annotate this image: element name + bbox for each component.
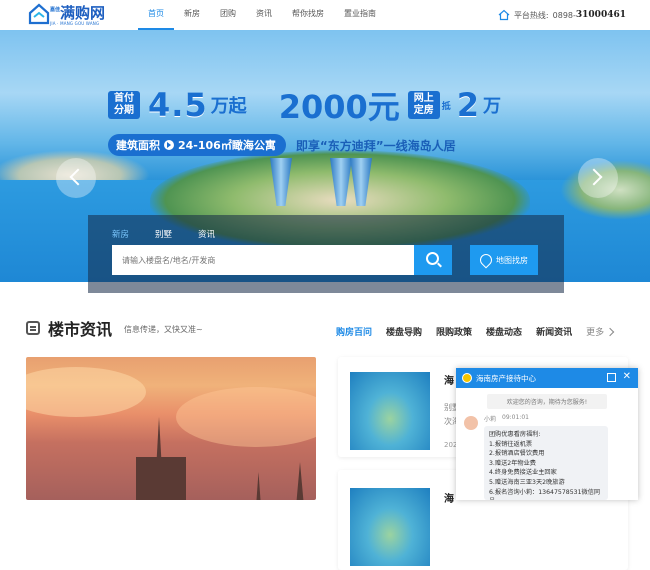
news-section-header: 楼市资讯 信息传递，又快又准~ xyxy=(26,316,203,340)
chevron-right-icon xyxy=(605,327,615,336)
banner-amount-2: 2000元 xyxy=(278,88,400,126)
agent-avatar xyxy=(464,416,478,430)
search-button[interactable] xyxy=(414,245,452,275)
header: 嘉佳 满购网 JIA · MANG GOU WANG 首页 新房 团购 资讯 帮… xyxy=(0,0,650,30)
banner-unit-3: 万 xyxy=(483,96,502,117)
chat-line: 6.报名咨询小莉：13647578531微信同号 xyxy=(489,488,601,500)
search-tab-villas[interactable]: 别墅 xyxy=(155,228,172,240)
nav-home[interactable]: 首页 xyxy=(138,0,174,30)
chat-line: 1.报销往返机票 xyxy=(489,440,533,448)
image-cloud xyxy=(26,367,146,417)
news-subtitle: 信息传递，又快又准~ xyxy=(124,325,203,334)
chevron-right-icon xyxy=(585,168,603,186)
image-spire xyxy=(256,472,261,500)
maximize-icon[interactable] xyxy=(607,373,616,382)
image-building xyxy=(136,457,186,500)
home-icon xyxy=(498,9,510,21)
chat-header: 海南房产接待中心 ✕ xyxy=(456,368,638,388)
chat-line: 3.赠送2年物业费 xyxy=(489,459,536,467)
logo-pinyin: JIA · MANG GOU WANG xyxy=(50,21,100,26)
search-icon xyxy=(426,252,439,265)
banner-tag-installment: 首付分期 xyxy=(108,91,140,119)
chat-line: 5.赠送海南三亚3天2晚旅游 xyxy=(489,478,565,486)
hotline: 平台热线: 0898- 31000461 xyxy=(498,9,626,21)
article-thumbnail xyxy=(350,372,430,450)
more-label: 更多 xyxy=(586,328,605,338)
news-tabs: 购房百问 楼盘导购 限购政策 楼盘动态 新闻资讯 更多 xyxy=(336,325,615,338)
news-more-link[interactable]: 更多 xyxy=(586,325,615,338)
chat-line: 2.报销酒店餐饮费用 xyxy=(489,450,545,458)
banner-amount-3: 2 xyxy=(456,86,481,124)
nav-new-homes[interactable]: 新房 xyxy=(174,0,210,30)
banner-tag-online: 网上定房 xyxy=(407,91,440,119)
article-title: 海 xyxy=(444,376,454,387)
news-tab-policy[interactable]: 限购政策 xyxy=(436,325,472,338)
news-tab-guide[interactable]: 楼盘导购 xyxy=(386,325,422,338)
chat-message: 团购优惠看房福利: 1.报销往返机票 2.报销酒店餐饮费用 3.赠送2年物业费 … xyxy=(484,426,608,500)
nav-buying-guide[interactable]: 置业指南 xyxy=(334,0,386,30)
image-cloud xyxy=(176,387,316,447)
banner-amount-1: 4.5 xyxy=(148,86,208,124)
hotline-number: 31000461 xyxy=(575,10,626,20)
close-icon[interactable]: ✕ xyxy=(623,371,631,382)
hotline-label: 平台热线: xyxy=(513,10,549,20)
logo-text: 满购网 xyxy=(60,4,106,22)
chat-greeting: 欢迎您的咨询，期待为您服务! xyxy=(487,394,607,409)
article-title: 海 xyxy=(444,494,454,505)
search-tabs: 新房 别墅 资讯 xyxy=(112,228,241,240)
banner-unit-1: 万起 xyxy=(210,96,247,117)
map-pin-icon xyxy=(477,251,495,269)
chat-line: 4.终身免费接送业主回家 xyxy=(489,469,557,477)
map-search-button[interactable]: 地图找房 xyxy=(470,245,538,275)
pill-left-text: 建筑面积 xyxy=(116,139,160,152)
chevron-left-icon xyxy=(69,168,87,186)
chat-line: 团购优惠看房福利: xyxy=(489,431,541,438)
search-tab-new-homes[interactable]: 新房 xyxy=(112,228,129,240)
banner-di: 抵 xyxy=(441,101,451,112)
chat-title: 海南房产接待中心 xyxy=(476,373,536,383)
site-logo[interactable]: 嘉佳 满购网 JIA · MANG GOU WANG xyxy=(28,3,105,26)
pill-right-text: 24-106㎡瞰海公寓 xyxy=(178,139,276,152)
nav-news[interactable]: 资讯 xyxy=(246,0,282,30)
chat-time: 09:01:01 xyxy=(502,414,529,421)
featured-news-image[interactable] xyxy=(26,357,316,500)
news-tab-news[interactable]: 新闻资讯 xyxy=(536,325,572,338)
chat-widget: 海南房产接待中心 ✕ 欢迎您的咨询，期待为您服务! 小莉 09:01:01 团购… xyxy=(456,368,638,500)
search-input[interactable] xyxy=(112,245,414,275)
banner-tagline: 即享“东方迪拜”一线海岛人居 xyxy=(295,138,456,153)
chat-agent-name: 小莉 xyxy=(484,416,497,423)
news-icon xyxy=(26,321,40,335)
arrow-right-icon xyxy=(164,140,174,150)
banner-subline: 建筑面积 24-106㎡瞰海公寓 即享“东方迪拜”一线海岛人居 xyxy=(108,134,456,156)
search-panel: 新房 别墅 资讯 地图找房 xyxy=(88,215,564,293)
nav-find-home[interactable]: 帮你找房 xyxy=(282,0,334,30)
banner-prev-button[interactable] xyxy=(56,158,96,198)
chat-logo-icon xyxy=(462,373,472,383)
news-title: 楼市资讯 xyxy=(48,320,113,339)
banner-headline: 首付分期 4.5 万起 2000元 网上定房 抵 2 万 xyxy=(108,85,502,126)
banner-next-button[interactable] xyxy=(578,158,618,198)
search-tab-news[interactable]: 资讯 xyxy=(198,228,215,240)
main-nav: 首页 新房 团购 资讯 帮你找房 置业指南 xyxy=(138,0,386,30)
news-tab-faq[interactable]: 购房百问 xyxy=(336,325,372,338)
banner-area-pill: 建筑面积 24-106㎡瞰海公寓 xyxy=(108,134,286,156)
map-search-label: 地图找房 xyxy=(496,255,528,265)
hotline-prefix: 0898- xyxy=(552,10,576,20)
logo-house-icon xyxy=(28,3,50,25)
news-tab-updates[interactable]: 楼盘动态 xyxy=(486,325,522,338)
chat-message-meta: 小莉 09:01:01 xyxy=(484,414,638,423)
nav-group-buy[interactable]: 团购 xyxy=(210,0,246,30)
image-spire xyxy=(296,462,304,500)
